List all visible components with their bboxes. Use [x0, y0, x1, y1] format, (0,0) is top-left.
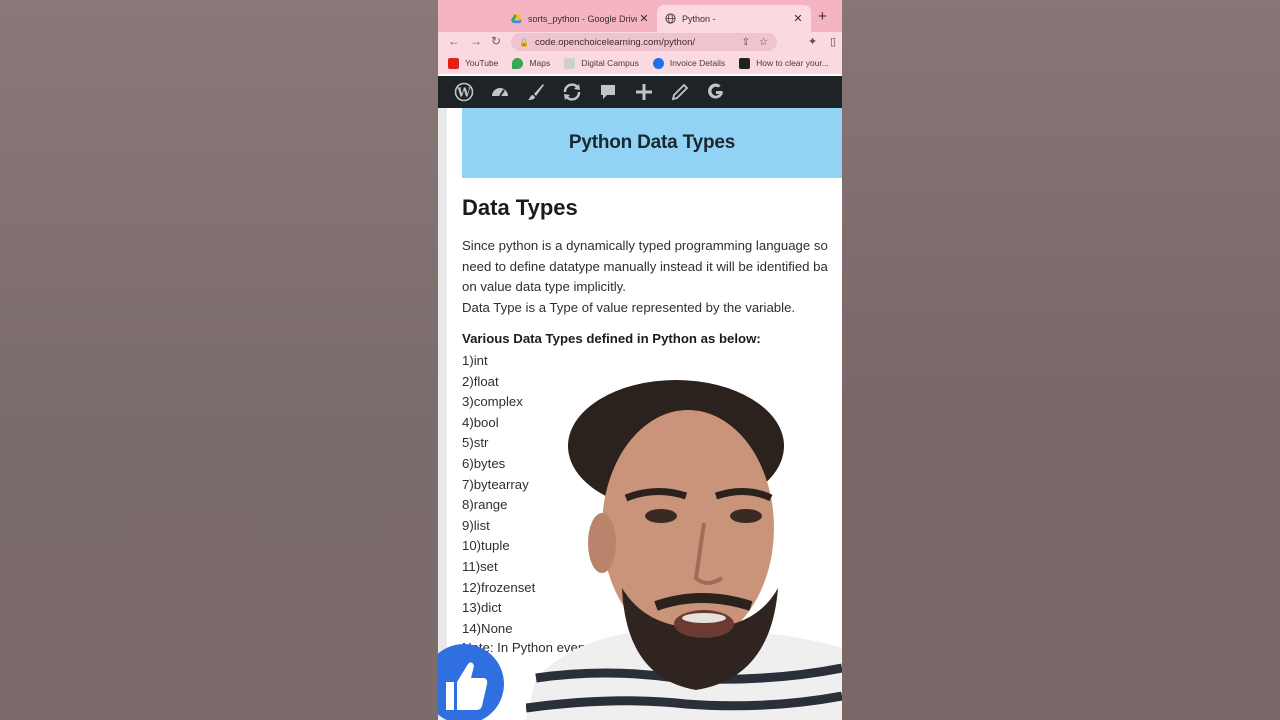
tab-title: sorts_python - Google Drive	[528, 13, 637, 24]
youtube-icon	[448, 57, 459, 69]
tab-google-drive[interactable]: sorts_python - Google Drive ✕	[503, 5, 657, 32]
maps-icon	[512, 57, 524, 69]
browser-toolbar: ← → ↻ 🔒 code.openchoicelearning.com/pyth…	[438, 32, 842, 52]
list-item: 12)frozenset	[462, 579, 536, 595]
dashboard-icon[interactable]	[482, 76, 518, 108]
lock-icon: 🔒	[519, 37, 529, 47]
like-button[interactable]	[438, 644, 504, 720]
back-icon[interactable]: ←	[448, 34, 460, 48]
section-heading: Data Types	[462, 195, 578, 220]
url-text: code.openchoicelearning.com/python/	[535, 36, 696, 48]
page-title: Python Data Types	[568, 132, 736, 153]
paragraph-line: Data Type is a Type of value represented…	[462, 299, 796, 315]
bookmark-digital-campus[interactable]: Digital Campus	[564, 57, 639, 69]
bookmark-label: Invoice Details	[669, 58, 726, 68]
bookmark-youtube[interactable]: YouTube	[448, 57, 499, 69]
svg-text:W: W	[456, 86, 471, 100]
tab-strip: sorts_python - Google Drive ✕ Python - ✕…	[438, 0, 842, 32]
list-item: 11)set	[462, 558, 498, 574]
digital-campus-icon	[564, 57, 576, 69]
list-item: 13)dict	[462, 600, 502, 616]
tab-title: Python -	[682, 13, 716, 24]
paragraph-line: Since python is a dynamically typed prog…	[462, 238, 828, 253]
globe-icon	[665, 13, 676, 24]
paragraph-line: on value data type implicitly.	[462, 279, 626, 295]
close-icon[interactable]: ✕	[637, 12, 651, 25]
invoice-icon	[652, 57, 664, 69]
bookmark-label: How to clear your...	[756, 58, 829, 68]
tab-python[interactable]: Python - ✕	[657, 5, 811, 32]
list-item: 10)tuple	[462, 538, 510, 554]
bookmark-label: Digital Campus	[581, 58, 639, 68]
comments-icon[interactable]	[590, 76, 626, 108]
list-item: 3)complex	[462, 394, 523, 410]
content-left-border	[438, 108, 447, 720]
close-icon[interactable]: ✕	[791, 12, 805, 25]
star-icon[interactable]: ☆	[759, 37, 768, 48]
bookmark-label: YouTube	[465, 58, 499, 68]
list-item: 9)list	[462, 517, 490, 533]
bookmark-invoice-details[interactable]: Invoice Details	[652, 57, 726, 69]
wp-admin-bar: W	[438, 76, 842, 108]
list-item: 2)float	[462, 373, 499, 389]
thumbs-up-icon	[446, 662, 488, 710]
edit-pencil-icon[interactable]	[662, 76, 698, 108]
bookmark-article[interactable]: How to clear your...	[739, 57, 829, 69]
paragraph-line: need to define datatype manually instead…	[462, 258, 828, 274]
intro-paragraph: Since python is a dynamically typed prog…	[462, 236, 842, 318]
video-backdrop-right	[842, 0, 1280, 720]
address-bar[interactable]: 🔒 code.openchoicelearning.com/python/ ⇪ …	[511, 33, 777, 51]
updates-icon[interactable]	[554, 76, 590, 108]
wordpress-logo-icon[interactable]: W	[446, 76, 482, 108]
article-icon	[739, 57, 751, 69]
new-tab-icon[interactable]: +	[818, 8, 827, 25]
list-item: 1)int	[462, 353, 488, 368]
list-item: 4)bool	[462, 414, 499, 430]
share-icon[interactable]: ⇪	[742, 37, 750, 48]
bookmark-label: Maps	[529, 58, 551, 68]
extensions-icon[interactable]: ✦	[808, 35, 817, 48]
bookmark-maps[interactable]: Maps	[512, 57, 551, 69]
video-backdrop-left	[0, 0, 438, 720]
list-item: 7)bytearray	[462, 476, 529, 492]
bookmarks-bar: YouTube Maps Digital Campus Invoice Deta…	[438, 52, 842, 74]
list-item: 14)None	[462, 620, 513, 636]
forward-icon[interactable]: →	[470, 34, 482, 48]
presenter-webcam-overlay	[526, 380, 842, 720]
hero-banner: Python Data Types	[462, 108, 842, 178]
side-panel-icon[interactable]: ▯	[830, 35, 836, 48]
data-types-list: 1)int 2)float 3)complex 4)bool 5)str 6)b…	[462, 351, 535, 639]
browser-capture: sorts_python - Google Drive ✕ Python - ✕…	[438, 0, 842, 720]
list-item: 6)bytes	[462, 455, 506, 471]
customize-icon[interactable]	[518, 76, 554, 108]
google-site-kit-icon[interactable]	[698, 76, 734, 108]
list-heading: Various Data Types defined in Python as …	[462, 331, 761, 346]
list-item: 5)str	[462, 435, 489, 451]
google-drive-icon	[511, 13, 522, 24]
page-content: Python Data Types Data Types Since pytho…	[438, 108, 842, 720]
reload-icon[interactable]: ↻	[491, 34, 501, 48]
list-item: 8)range	[462, 497, 508, 513]
add-new-icon[interactable]	[626, 76, 662, 108]
